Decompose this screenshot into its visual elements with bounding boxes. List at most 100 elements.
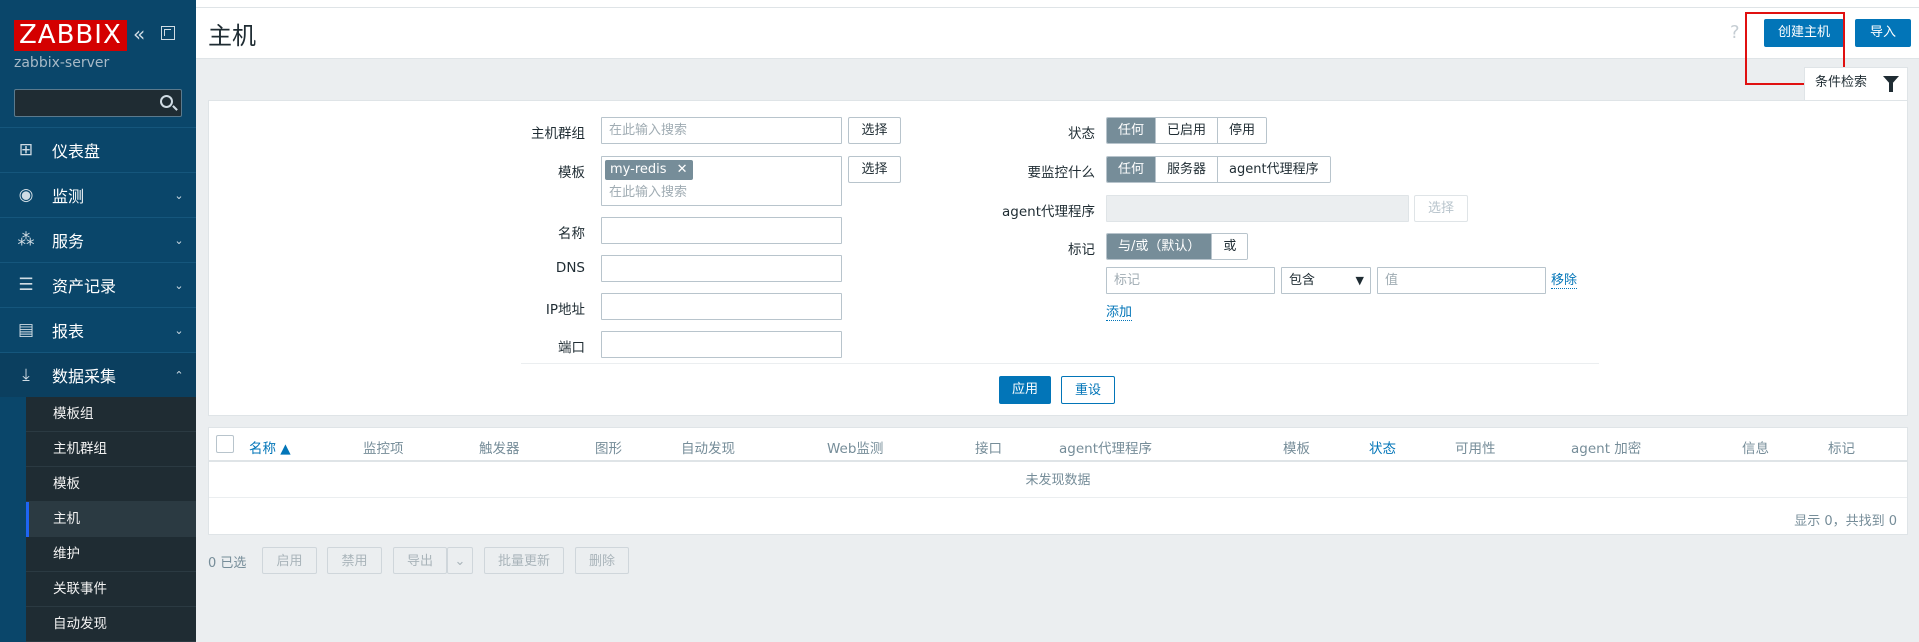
column-triggers: 触发器 [479, 441, 520, 457]
kiosk-mode-icon[interactable] [161, 26, 175, 40]
status-disabled[interactable]: 停用 [1217, 118, 1267, 143]
top-strip [196, 0, 1919, 8]
tag-operator-select[interactable]: 包含 ▼ [1281, 267, 1371, 294]
submenu-template-groups[interactable]: 模板组 [26, 397, 196, 432]
port-label: 端口 [558, 340, 585, 356]
disable-button: 禁用 [327, 547, 382, 574]
tags-or[interactable]: 或 [1211, 234, 1248, 259]
report-icon: ▤ [17, 320, 35, 340]
nav-monitoring[interactable]: ◉ 监测 ⌄ [0, 172, 196, 217]
submenu-hosts[interactable]: 主机 [26, 502, 196, 537]
monitored-by-any[interactable]: 任何 [1107, 157, 1156, 182]
tag-input[interactable]: 标记 [1106, 267, 1275, 294]
import-button[interactable]: 导入 [1855, 19, 1911, 47]
nav-label: 服务 [52, 232, 85, 251]
monitored-by-label: 要监控什么 [1027, 165, 1096, 181]
apply-button[interactable]: 应用 [999, 376, 1051, 404]
template-chip: my-redis ✕ [605, 160, 693, 180]
nav-label: 数据采集 [52, 367, 117, 386]
chevron-down-icon: ⌄ [174, 188, 184, 202]
page-header: 主机 ? 创建主机 导入 [196, 8, 1919, 59]
nav-services[interactable]: ⁂ 服务 ⌄ [0, 217, 196, 262]
monitored-by-server[interactable]: 服务器 [1155, 157, 1218, 182]
nav-label: 仪表盘 [52, 142, 101, 161]
filter-icon[interactable] [1883, 76, 1899, 92]
proxy-label: agent代理程序 [1002, 204, 1095, 220]
result-count: 显示 0，共找到 0 [1794, 514, 1897, 529]
name-input[interactable] [601, 217, 842, 244]
tags-evaltype-segmented: 与/或（默认） 或 [1106, 233, 1249, 260]
chip-remove-icon[interactable]: ✕ [677, 162, 688, 177]
dashboard-icon: ⊞ [18, 140, 34, 160]
submenu-maintenance[interactable]: 维护 [26, 537, 196, 572]
nav-label: 监测 [52, 187, 85, 206]
column-proxy: agent代理程序 [1059, 441, 1152, 457]
nav-reports[interactable]: ▤ 报表 ⌄ [0, 307, 196, 352]
column-templates: 模板 [1283, 441, 1310, 457]
dns-input[interactable] [601, 255, 842, 282]
export-dropdown-chevron-icon: ⌄ [447, 547, 473, 574]
help-icon[interactable]: ? [1730, 22, 1740, 43]
ip-label: IP地址 [545, 302, 585, 318]
column-tags: 标记 [1828, 441, 1855, 457]
tag-operator-value: 包含 [1289, 273, 1316, 288]
tag-value-input[interactable]: 值 [1377, 267, 1546, 294]
host-groups-input[interactable]: 在此输入搜索 [601, 117, 842, 144]
status-segmented: 任何 已启用 停用 [1106, 117, 1268, 144]
tags-label: 标记 [1068, 242, 1095, 258]
data-collection-submenu: 模板组 主机群组 模板 主机 维护 关联事件 自动发现 [26, 397, 196, 642]
chevron-down-icon: ▼ [1355, 274, 1364, 287]
filter-divider [521, 363, 1599, 364]
nav-label: 报表 [52, 322, 85, 341]
column-status[interactable]: 状态 [1369, 437, 1396, 457]
port-input[interactable] [601, 331, 842, 358]
ip-input[interactable] [601, 293, 842, 320]
tags-and-or[interactable]: 与/或（默认） [1107, 234, 1212, 259]
column-discovery: 自动发现 [681, 441, 735, 457]
name-label: 名称 [558, 226, 585, 242]
nav-label: 资产记录 [52, 277, 117, 296]
chevron-up-icon: ⌃ [174, 368, 184, 382]
host-groups-select-button[interactable]: 选择 [848, 117, 901, 144]
column-graphs: 图形 [595, 441, 622, 457]
download-icon: ⤓ [22, 365, 30, 385]
templates-select-button[interactable]: 选择 [848, 156, 901, 183]
chevron-down-icon: ⌄ [174, 278, 184, 292]
nav-dashboard[interactable]: ⊞ 仪表盘 [0, 127, 196, 172]
submenu-templates[interactable]: 模板 [26, 467, 196, 502]
column-items: 监控项 [363, 441, 404, 457]
add-tag-link[interactable]: 添加 [1106, 305, 1133, 321]
no-data-message: 未发现数据 [209, 464, 1907, 498]
zabbix-logo[interactable]: ZABBIX [14, 20, 127, 51]
dns-label: DNS [555, 260, 585, 276]
status-label: 状态 [1068, 126, 1095, 142]
column-info: 信息 [1742, 441, 1769, 457]
column-web: Web监测 [827, 441, 884, 457]
chevron-down-icon: ⌄ [174, 233, 184, 247]
monitored-by-proxy[interactable]: agent代理程序 [1217, 157, 1330, 182]
nav-data-collection[interactable]: ⤓ 数据采集 ⌃ [0, 352, 196, 397]
column-interface: 接口 [975, 441, 1002, 457]
templates-label: 模板 [558, 165, 585, 181]
delete-button: 删除 [575, 547, 629, 574]
server-name: zabbix-server [14, 55, 110, 71]
collapse-sidebar-icon[interactable]: « [133, 24, 145, 44]
remove-tag-link[interactable]: 移除 [1551, 273, 1578, 289]
nav-inventory[interactable]: ☰ 资产记录 ⌄ [0, 262, 196, 307]
status-any[interactable]: 任何 [1107, 118, 1156, 143]
table-header: 名称 ▲ 监控项 触发器 图形 自动发现 Web监测 接口 agent代理程序 … [209, 428, 1907, 462]
column-name[interactable]: 名称 ▲ [249, 437, 291, 457]
status-enabled[interactable]: 已启用 [1155, 118, 1218, 143]
submenu-host-groups[interactable]: 主机群组 [26, 432, 196, 467]
search-icon[interactable] [160, 95, 173, 108]
sidebar-search-input[interactable] [14, 89, 182, 117]
reset-button[interactable]: 重设 [1061, 376, 1115, 404]
submenu-discovery[interactable]: 自动发现 [26, 607, 196, 642]
submenu-event-correlation[interactable]: 关联事件 [26, 572, 196, 607]
enable-button: 启用 [262, 547, 317, 574]
monitored-by-segmented: 任何 服务器 agent代理程序 [1106, 156, 1331, 183]
templates-placeholder: 在此输入搜索 [609, 185, 688, 200]
column-availability: 可用性 [1455, 441, 1496, 457]
hosts-table: 名称 ▲ 监控项 触发器 图形 自动发现 Web监测 接口 agent代理程序 … [208, 427, 1908, 535]
select-all-checkbox[interactable] [216, 435, 234, 453]
